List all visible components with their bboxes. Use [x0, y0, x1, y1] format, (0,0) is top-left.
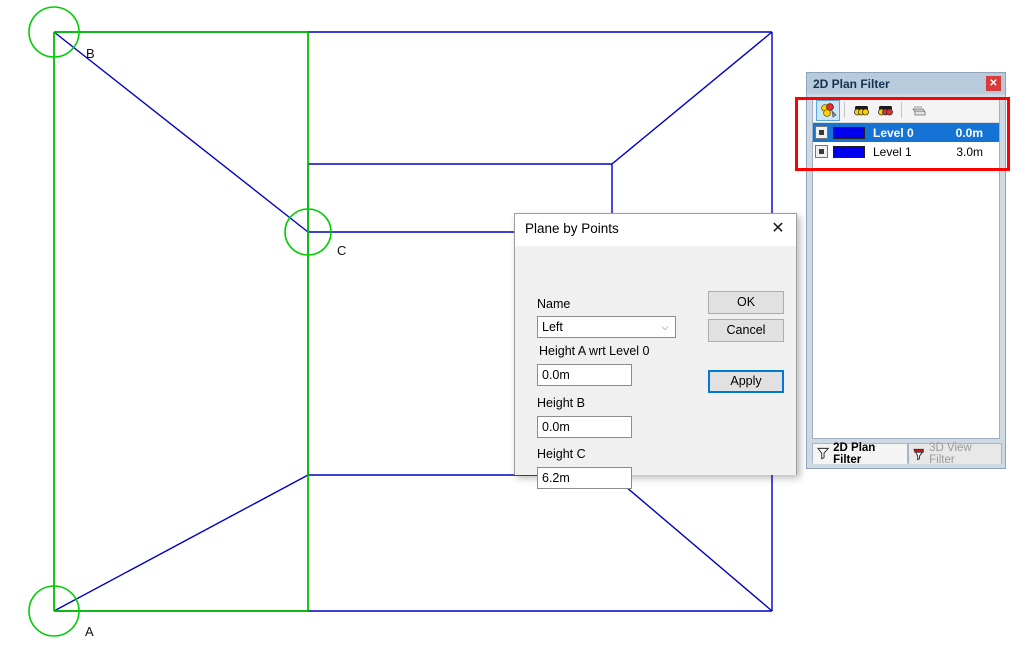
dialog-title: Plane by Points — [525, 221, 619, 236]
print-icon[interactable] — [906, 100, 930, 121]
red-markers-icon[interactable] — [873, 100, 897, 121]
plane-by-points-dialog: Plane by Points ✕ Name Left ⌵ Height A w… — [514, 213, 797, 489]
tab-3d-view-filter[interactable]: 3D View Filter — [908, 442, 1002, 466]
height-a-label: Height A wrt Level 0 — [539, 344, 650, 358]
vertex-label-c: C — [337, 243, 346, 258]
panel-content: Level 0 0.0m Level 1 3.0m — [812, 97, 1000, 439]
filter-icon — [817, 447, 830, 460]
filter-3d-icon — [913, 448, 924, 460]
level-color-swatch[interactable] — [833, 126, 865, 139]
filter-toolbar — [813, 98, 999, 123]
height-c-label: Height C — [537, 447, 586, 461]
height-c-input[interactable] — [537, 467, 632, 489]
tab-2d-plan-filter[interactable]: 2D Plan Filter — [812, 441, 908, 466]
toolbar-separator-2 — [901, 102, 902, 118]
vertex-markers — [28, 6, 332, 637]
chevron-down-icon: ⌵ — [661, 321, 669, 332]
panel-titlebar[interactable]: 2D Plan Filter ✕ — [807, 73, 1005, 94]
close-icon[interactable]: ✕ — [766, 218, 790, 240]
close-icon[interactable]: ✕ — [986, 76, 1001, 91]
height-b-input[interactable] — [537, 416, 632, 438]
visibility-checkbox[interactable] — [815, 126, 828, 139]
tab-label: 2D Plan Filter — [833, 441, 876, 466]
level-color-swatch[interactable] — [833, 145, 865, 158]
level-height: 3.0m — [956, 144, 983, 159]
cancel-button[interactable]: Cancel — [708, 319, 784, 342]
level-name: Level 1 — [873, 144, 912, 159]
height-a-input[interactable] — [537, 364, 632, 386]
level-height: 0.0m — [955, 125, 983, 140]
apply-button[interactable]: Apply — [708, 370, 784, 393]
yellow-markers-icon[interactable] — [849, 100, 873, 121]
panel-title: 2D Plan Filter — [813, 77, 890, 91]
vertex-label-b: B — [86, 46, 95, 61]
ok-button[interactable]: OK — [708, 291, 784, 314]
level-name: Level 0 — [873, 125, 914, 140]
tab-label: 3D View Filter — [929, 442, 972, 466]
dialog-body: Name Left ⌵ Height A wrt Level 0 Height … — [515, 246, 796, 489]
name-select-value: Left — [542, 320, 563, 334]
list-item[interactable]: Level 0 0.0m — [813, 123, 999, 142]
plan-filter-panel: 2D Plan Filter ✕ Level 0 0.0m Level 1 3.… — [806, 72, 1006, 469]
name-label: Name — [537, 297, 571, 311]
vertex-label-a: A — [85, 624, 94, 639]
selected-plane-edges — [53, 31, 309, 612]
toolbar-separator-1 — [844, 102, 845, 118]
dialog-titlebar[interactable]: Plane by Points ✕ — [515, 214, 796, 246]
visibility-checkbox[interactable] — [815, 145, 828, 158]
level-markers-icon[interactable] — [816, 99, 840, 121]
height-b-label: Height B — [537, 396, 585, 410]
name-select[interactable]: Left ⌵ — [537, 316, 676, 338]
list-item[interactable]: Level 1 3.0m — [813, 142, 999, 161]
panel-tab-bar: 2D Plan Filter 3D View Filter — [812, 441, 1002, 466]
level-list[interactable]: Level 0 0.0m Level 1 3.0m — [813, 123, 999, 161]
